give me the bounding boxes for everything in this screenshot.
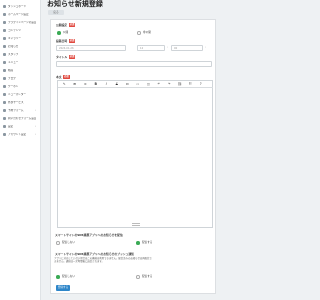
sidebar-item-contact-form[interactable]: 問い合わせフォーム設定 › [3,116,37,121]
required-badge: 必須 [68,55,76,59]
title-label: タイトル 必須 [56,55,76,59]
submit-button[interactable]: 登録する [56,285,70,291]
sidebar-item-reservation[interactable]: 予約フォーム › [3,108,37,113]
chevron-right-icon: › [34,124,36,128]
list-icon [3,61,6,64]
ticket-icon [3,85,6,88]
sidebar-item-account[interactable]: アカウント設定 › [3,132,37,137]
bell-icon [3,45,6,48]
rich-text-editor[interactable]: ✎ ⊞ ≡ B I S ⊡ ▭ ◫ ↶ ↷ ⛓ ☷ ? [57,80,213,228]
bold-icon[interactable]: B [91,81,102,88]
italic-icon[interactable]: I [101,81,112,88]
main-content: お知らせ新規登録 戻る 公開設定 必須 公開 非公開 投稿日時 必須 2024-01… [40,0,216,300]
publish-date-label: 投稿日時 必須 [56,39,76,43]
required-badge: 必須 [68,23,76,27]
video-insert-icon[interactable]: ▭ [133,81,144,88]
sidebar: ダッシュボード ホームページ設定 プラグインページの設定 › コンテンツ ギャラリ… [0,0,41,300]
resize-handle[interactable] [132,222,140,226]
radio-sns-yes-label: 配信する [142,241,153,244]
sidebar-item-dashboard[interactable]: ダッシュボード [3,4,37,9]
redo-icon[interactable]: ↷ [164,81,175,88]
form-icon [3,117,6,120]
sidebar-item-newsletter[interactable]: ニュースレター [3,92,37,97]
chevron-right-icon: › [34,108,36,112]
sidebar-item-news[interactable]: お知らせ [3,44,37,49]
push-notify-notice: アプリに対応していない場合はこの機能は利用できません。配信済みのお知らせは再配信… [54,257,152,264]
sidebar-item-menu[interactable]: メニュー [3,60,37,65]
minute-select[interactable]: 00 [171,45,203,51]
sidebar-item-external[interactable]: 外部サービス [3,100,37,105]
sidebar-item-staff[interactable]: スタッフ [3,52,37,57]
chevron-right-icon: › [34,116,36,120]
strike-icon[interactable]: S [112,81,123,88]
undo-icon[interactable]: ↶ [154,81,165,88]
help-icon[interactable]: ? [196,81,207,88]
title-input[interactable] [56,61,212,67]
radio-push-yes-label: 配信する [142,275,153,278]
required-badge: 必須 [63,75,70,79]
sidebar-item-settings[interactable]: 設定 › [3,124,37,129]
sidebar-item-gallery[interactable]: ギャラリー [3,36,37,41]
gear-icon [3,125,6,128]
radio-sns-no[interactable] [56,241,60,245]
radio-sns-yes[interactable] [136,241,140,245]
radio-private-label: 非公開 [143,31,151,34]
plugin-icon [3,21,6,24]
globe-icon [3,13,6,16]
sidebar-item-plugin-pages[interactable]: プラグインページの設定 › [3,20,37,25]
required-badge: 必須 [68,39,76,43]
radio-push-no-label: 配信しない [62,275,75,278]
radio-private[interactable] [137,31,141,35]
push-notify-label: スマートサイトのSNS連携アプリへのお知らせのプッシュ通知 [55,252,134,256]
back-button[interactable]: 戻る [48,10,64,15]
file-icon [3,29,6,32]
page-title: お知らせ新規登録 [47,0,103,8]
hour-select[interactable]: 12 [137,45,165,51]
image-insert-icon[interactable]: ⊡ [122,81,133,88]
columns-icon[interactable]: ◫ [143,81,154,88]
chevron-right-icon: › [34,132,36,136]
video-icon [3,69,6,72]
link-icon[interactable]: ⛓ [175,81,186,88]
sidebar-item-coupon[interactable]: クーポン [3,84,37,89]
time-separator: : [167,46,168,49]
sidebar-item-homepage-settings[interactable]: ホームページ設定 [3,12,37,17]
radio-sns-no-label: 配信しない [62,241,75,244]
sidebar-item-blog[interactable]: ブログ [3,76,37,81]
sns-share-label: スマートサイトのSNS連携アプリへのお知らせを配信 [55,233,123,237]
pen-icon [3,77,6,80]
person-icon [3,53,6,56]
home-icon [3,5,6,8]
user-icon [3,133,6,136]
sidebar-item-contents[interactable]: コンテンツ [3,28,37,33]
radio-public[interactable] [57,31,61,35]
public-setting-label: 公開設定 必須 [56,23,76,27]
mail-icon [3,93,6,96]
align-icon[interactable]: ≡ [80,81,91,88]
radio-public-label: 公開 [63,31,69,34]
editor-toolbar: ✎ ⊞ ≡ B I S ⊡ ▭ ◫ ↶ ↷ ⛓ ☷ ? [58,81,213,88]
image-icon [3,37,6,40]
sidebar-item-video[interactable]: 動画 [3,68,37,73]
date-input[interactable]: 2024-01-26 [56,45,126,51]
link-icon [3,101,6,104]
radio-push-yes[interactable] [136,275,140,279]
code-icon[interactable]: ☷ [185,81,196,88]
radio-push-no[interactable] [56,275,60,279]
chevron-right-icon: › [34,20,36,24]
body-label: 本文 必須 [56,75,70,79]
calendar-icon [3,109,6,112]
table-icon[interactable]: ⊞ [70,81,81,88]
time-separator: : [205,46,206,49]
edit-icon[interactable]: ✎ [59,81,70,88]
